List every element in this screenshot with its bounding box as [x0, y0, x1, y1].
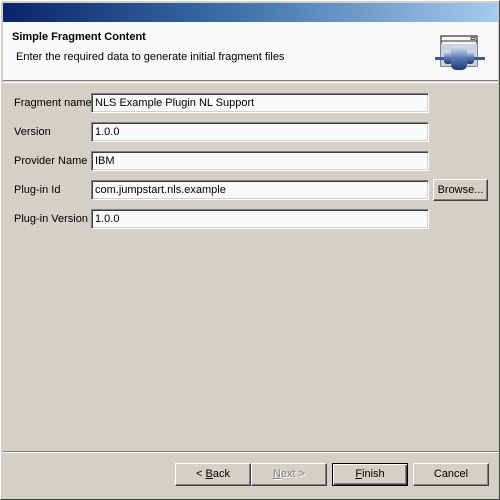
plugin-id-label: Plug-in Id — [14, 184, 61, 196]
header-separator — [3, 82, 498, 83]
wizard-dialog: Simple Fragment Content Enter the requir… — [0, 0, 500, 500]
form-row-plugin-version: Plug-in Version — [1, 209, 500, 229]
browse-button[interactable]: Browse... — [433, 179, 488, 201]
next-button[interactable]: Next > — [251, 463, 327, 486]
provider-name-input[interactable] — [91, 151, 429, 171]
form-row-provider-name: Provider Name — [1, 151, 500, 171]
back-mnemonic: B — [205, 468, 213, 480]
version-label: Version — [14, 126, 51, 138]
page-title: Simple Fragment Content — [12, 31, 146, 43]
form-row-plugin-id: Plug-in Id Browse... — [1, 179, 500, 201]
plugin-version-label: Plug-in Version — [14, 213, 88, 225]
next-rest: ext > — [280, 468, 306, 480]
finish-button[interactable]: Finish — [332, 463, 408, 486]
title-bar[interactable] — [3, 3, 498, 22]
form-row-fragment-name: Fragment name — [1, 93, 500, 113]
form-row-version: Version — [1, 122, 500, 142]
cancel-button[interactable]: Cancel — [413, 463, 489, 486]
wizard-header: Simple Fragment Content Enter the requir… — [3, 22, 498, 81]
footer-separator — [3, 451, 498, 453]
page-description: Enter the required data to generate init… — [16, 51, 285, 63]
version-input[interactable] — [91, 122, 429, 142]
finish-rest: inish — [362, 468, 385, 480]
fragment-name-label: Fragment name — [14, 97, 92, 109]
provider-name-label: Provider Name — [14, 155, 88, 167]
fragment-name-input[interactable] — [91, 93, 429, 113]
back-prefix: < — [196, 468, 206, 480]
plugin-version-input[interactable] — [91, 209, 429, 229]
back-button[interactable]: < Back — [175, 463, 251, 486]
next-mnemonic: N — [272, 468, 281, 480]
plugin-id-input[interactable] — [91, 180, 429, 200]
plugin-fragment-wizard-icon — [435, 33, 488, 71]
back-rest: ack — [212, 468, 230, 480]
